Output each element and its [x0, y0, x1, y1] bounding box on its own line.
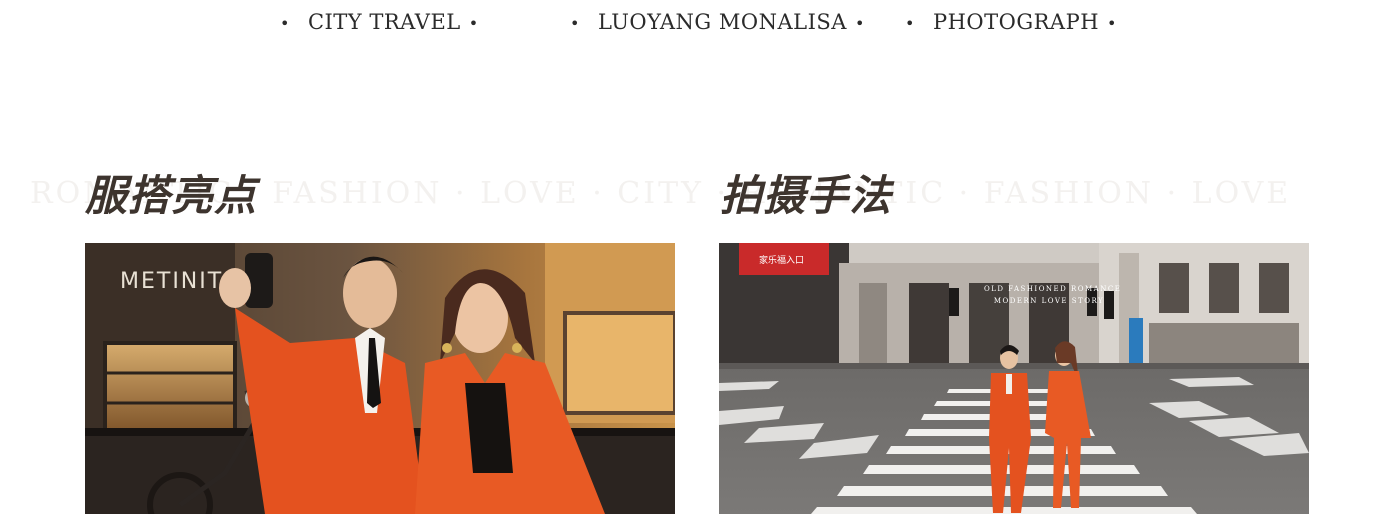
bullet-icon: • — [854, 13, 865, 33]
street-sign-text: 家乐福入口 — [759, 254, 804, 266]
tag-luoyang-monalisa: • LUOYANG MONALISA • — [570, 6, 865, 38]
photo-caption: OLD FASHIONED ROMANCE MODERN LOVE STORY — [984, 283, 1122, 307]
tag-line: • CITY TRAVEL • • LUOYANG MONALISA • • PHOTOG… — [0, 6, 1400, 38]
bullet-icon: • — [1107, 13, 1117, 33]
section-heading-outfit-highlights: 服搭亮点 — [85, 171, 258, 220]
shop-sign: METINIT — [120, 269, 223, 294]
tag-city-travel: • CITY TRAVEL • — [280, 6, 479, 38]
tag-label: CITY TRAVEL — [307, 10, 461, 34]
section-heading-shooting-technique: 拍摄手法 — [720, 171, 893, 220]
caption-line-1: OLD FASHIONED ROMANCE — [984, 285, 1122, 293]
caption-line-2: MODERN LOVE STORY — [993, 297, 1105, 305]
photo-outfit-cafe-selfie: METINIT — [85, 243, 675, 514]
bullet-icon: • — [468, 13, 479, 33]
tag-label: LUOYANG MONALISA — [597, 10, 847, 34]
bullet-icon: • — [905, 13, 915, 33]
tag-label: PHOTOGRAPH — [932, 10, 1100, 34]
bullet-icon: • — [570, 13, 580, 33]
bullet-icon: • — [280, 13, 290, 33]
tag-photograph: • PHOTOGRAPH • — [905, 6, 1117, 38]
